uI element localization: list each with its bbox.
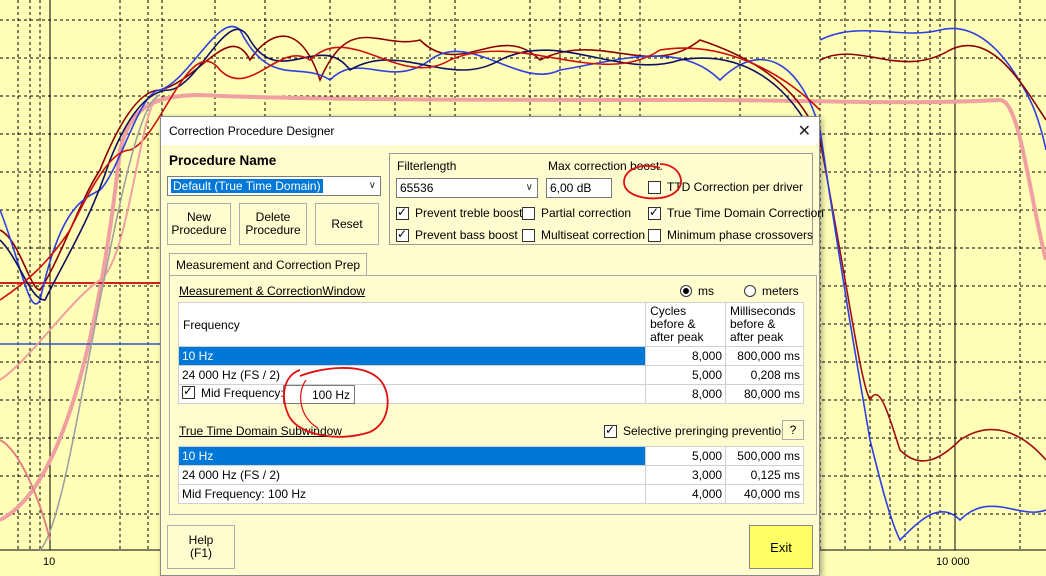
cell-frequency: 10 Hz [177,346,647,366]
checkbox-box [522,206,535,220]
measurement-window-title: Measurement & CorrectionWindow [179,284,366,298]
mid-frequency-checkbox[interactable]: Mid Frequency: [182,384,284,400]
x-tick-label: 10 000 [936,556,970,568]
delete-procedure-button[interactable]: Delete Procedure [239,203,307,245]
cell-ms: 0,208 ms [725,365,804,385]
cell-frequency: 24 000 Hz (FS / 2) [177,465,647,485]
cell-frequency: Mid Frequency: 100 Hz [177,484,647,504]
true-time-domain-label: True Time Domain Correction [667,206,824,220]
ttd-per-driver-checkbox[interactable]: TTD Correction per driver [648,180,803,194]
cell-ms: 0,125 ms [725,465,804,485]
table-row[interactable]: Mid Frequency: 100 Hz 8,000 80,000 ms [177,384,804,404]
true-time-domain-checkbox[interactable]: True Time Domain Correction [648,205,824,220]
cell-ms: 800,000 ms [725,346,804,366]
mid-frequency-label: Mid Frequency: [201,385,284,400]
checkbox-box [604,423,617,438]
table-row[interactable]: 10 Hz 5,000 500,000 ms [177,446,804,466]
multiseat-label: Multiseat correction [541,228,646,242]
ttd-table: 10 Hz 5,000 500,000 ms 24 000 Hz (FS / 2… [177,446,804,504]
cell-ms: 80,000 ms [725,384,804,404]
close-icon[interactable]: ✕ [798,121,811,141]
help-question-button[interactable]: ? [782,420,804,440]
dialog-titlebar: Correction Procedure Designer ✕ [161,117,819,145]
prevent-bass-checkbox[interactable]: Prevent bass boost [396,227,518,242]
partial-correction-label: Partial correction [541,206,632,220]
checkbox-box [182,384,195,400]
cell-cycles[interactable]: 4,000 [645,484,727,504]
exit-button[interactable]: Exit [749,525,813,569]
cell-ms: 40,000 ms [725,484,804,504]
new-procedure-button[interactable]: New Procedure [167,203,231,245]
min-phase-checkbox[interactable]: Minimum phase crossovers [648,228,813,242]
radio-meters[interactable]: meters [744,284,799,298]
cell-cycles[interactable]: 8,000 [645,346,726,366]
table-row[interactable]: 10 Hz 8,000 800,000 ms [177,346,804,366]
filterlength-select[interactable]: 65536 ∨ [396,178,538,198]
min-phase-label: Minimum phase crossovers [667,228,814,242]
ttd-subwindow-title: True Time Domain Subwindow [179,424,342,438]
col-header-ms: Milliseconds before & after peak [725,302,804,347]
cell-mid-frequency: Mid Frequency: 100 Hz [177,384,647,404]
table-header-row: Frequency Cycles before & after peak Mil… [177,302,804,347]
help-button[interactable]: Help (F1) [167,525,235,569]
cell-frequency: 10 Hz [177,446,647,466]
table-row[interactable]: 24 000 Hz (FS / 2) 5,000 0,208 ms [177,365,804,385]
radio-ms[interactable]: ms [680,284,714,298]
cell-frequency: 24 000 Hz (FS / 2) [177,365,647,385]
procedure-name-label: Procedure Name [169,153,277,168]
checkbox-box [396,227,409,242]
reset-button[interactable]: Reset [315,203,379,245]
radio-circle [680,285,692,297]
max-boost-label: Max correction boost: [548,159,663,173]
checkbox-box [648,180,661,194]
filterlength-label: Filterlength [397,159,457,173]
dialog-title: Correction Procedure Designer [169,124,335,138]
col-header-frequency: Frequency [177,302,647,347]
checkbox-box [648,205,661,220]
filterlength-value: 65536 [400,181,434,195]
chevron-down-icon: ∨ [525,182,533,193]
prevent-bass-label: Prevent bass boost [415,228,518,242]
col-header-cycles: Cycles before & after peak [645,302,726,347]
table-row[interactable]: Mid Frequency: 100 Hz 4,000 40,000 ms [177,484,804,504]
radio-circle [744,285,756,297]
ttd-per-driver-label: TTD Correction per driver [667,180,804,194]
tab-panel: Measurement & CorrectionWindow ms meters… [169,275,817,515]
x-tick-label: 10 [43,556,56,568]
procedure-select-value: Default (True Time Domain) [171,179,323,193]
cell-cycles[interactable]: 8,000 [645,384,726,404]
checkbox-box [648,228,661,242]
cell-cycles[interactable]: 5,000 [645,446,727,466]
measurement-table: Frequency Cycles before & after peak Mil… [177,302,804,404]
partial-correction-checkbox[interactable]: Partial correction [522,206,631,220]
multiseat-checkbox[interactable]: Multiseat correction [522,228,645,242]
radio-meters-label: meters [762,284,799,298]
mid-frequency-field[interactable]: 100 Hz [283,385,355,404]
cell-cycles[interactable]: 5,000 [645,365,726,385]
preringing-checkbox[interactable]: Selective preringing prevention [604,423,788,438]
max-boost-field[interactable]: 6,00 dB [546,178,612,198]
tab-measurement-correction[interactable]: Measurement and Correction Prep [169,253,368,275]
procedure-select[interactable]: Default (True Time Domain) ∨ [167,176,381,196]
correction-procedure-dialog: Correction Procedure Designer ✕ Procedur… [160,116,824,576]
prevent-treble-checkbox[interactable]: Prevent treble boost [396,205,523,220]
filter-options-group: Filterlength 65536 ∨ Max correction boos… [389,153,824,245]
cell-cycles[interactable]: 3,000 [645,465,727,485]
checkbox-box [522,228,535,242]
table-row[interactable]: 24 000 Hz (FS / 2) 3,000 0,125 ms [177,465,804,485]
prevent-treble-label: Prevent treble boost [415,206,523,220]
checkbox-box [396,205,409,220]
preringing-label: Selective preringing prevention [623,424,788,438]
radio-ms-label: ms [698,284,714,298]
chevron-down-icon: ∨ [368,180,376,191]
cell-ms: 500,000 ms [725,446,804,466]
